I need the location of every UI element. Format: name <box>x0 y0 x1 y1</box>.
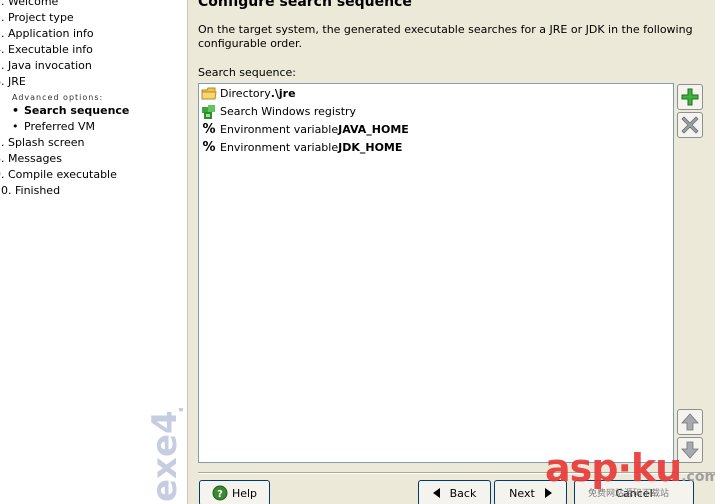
list-item-prefix: Environment variable <box>220 141 339 154</box>
page-title: Configure search sequence <box>198 0 412 10</box>
nav-step-jre[interactable]: 6. JRE <box>0 75 26 89</box>
list-item-value: .\jre <box>270 87 296 100</box>
nav-step-application-info[interactable]: 3. Application info <box>0 27 94 41</box>
search-sequence-label: Search sequence: <box>198 66 297 79</box>
nav-step-label: Preferred VM <box>24 120 96 133</box>
back-button[interactable]: Back <box>418 480 491 504</box>
bullet-icon: • <box>12 120 19 133</box>
list-item-value: JDK_HOME <box>338 141 403 154</box>
back-button-label: Back <box>449 486 477 500</box>
exe4j-logo: exe4j <box>145 408 185 502</box>
bullet-icon: • <box>12 104 20 117</box>
percent-icon: % <box>202 122 216 137</box>
nav-step-welcome[interactable]: 1. Welcome <box>0 0 58 9</box>
registry-icon <box>201 104 217 120</box>
wizard-step-sidebar: 1. Welcome 2. Project type 3. Applicatio… <box>0 0 188 504</box>
svg-text:exe4j: exe4j <box>145 408 185 502</box>
list-item[interactable]: % Environment variable JAVA_HOME <box>201 121 671 138</box>
remove-entry-button[interactable] <box>677 112 703 138</box>
nav-step-java-invocation[interactable]: 5. Java invocation <box>0 59 92 73</box>
plus-icon <box>681 88 699 106</box>
main-panel: Configure search sequence On the target … <box>188 0 715 504</box>
watermark-logo: asp·ku.com <box>545 446 715 490</box>
help-icon: ? <box>212 485 228 501</box>
search-sequence-list[interactable]: Directory .\jre Search Windows registry … <box>198 83 674 463</box>
arrow-up-icon <box>681 413 699 431</box>
help-button[interactable]: ? Help <box>199 480 270 504</box>
help-button-label: Help <box>231 486 258 500</box>
nav-step-label: Search sequence <box>24 104 130 117</box>
list-item-prefix: Search Windows registry <box>220 105 357 118</box>
list-item-prefix: Environment variable <box>220 123 339 136</box>
nav-step-splash-screen[interactable]: 7. Splash screen <box>0 136 85 150</box>
list-item[interactable]: % Environment variable JDK_HOME <box>201 139 671 156</box>
nav-step-compile-executable[interactable]: 9. Compile executable <box>0 168 117 182</box>
next-button-label: Next <box>509 486 535 500</box>
add-entry-button[interactable] <box>677 84 703 110</box>
nav-step-preferred-vm[interactable]: • Preferred VM <box>12 120 95 134</box>
nav-step-messages[interactable]: 8. Messages <box>0 152 62 166</box>
watermark-subtitle: 免费网站源码下载站 <box>588 489 670 499</box>
list-item-prefix: Directory <box>220 87 271 100</box>
folder-icon <box>201 86 217 102</box>
svg-text:?: ? <box>217 489 223 500</box>
triangle-left-icon <box>432 488 440 498</box>
list-item[interactable]: Search Windows registry <box>201 103 671 120</box>
page-description: On the target system, the generated exec… <box>198 23 693 50</box>
percent-icon: % <box>202 140 216 155</box>
advanced-options-label: Advanced options: <box>12 93 104 102</box>
nav-step-search-sequence[interactable]: • Search sequence <box>12 104 129 118</box>
list-item[interactable]: Directory .\jre <box>201 85 671 102</box>
nav-step-finished[interactable]: 10. Finished <box>0 184 60 198</box>
delete-icon <box>681 116 699 134</box>
nav-step-executable-info[interactable]: 4. Executable info <box>0 43 93 57</box>
move-up-button[interactable] <box>677 409 703 435</box>
nav-step-project-type[interactable]: 2. Project type <box>0 11 74 25</box>
list-item-value: JAVA_HOME <box>338 123 409 136</box>
